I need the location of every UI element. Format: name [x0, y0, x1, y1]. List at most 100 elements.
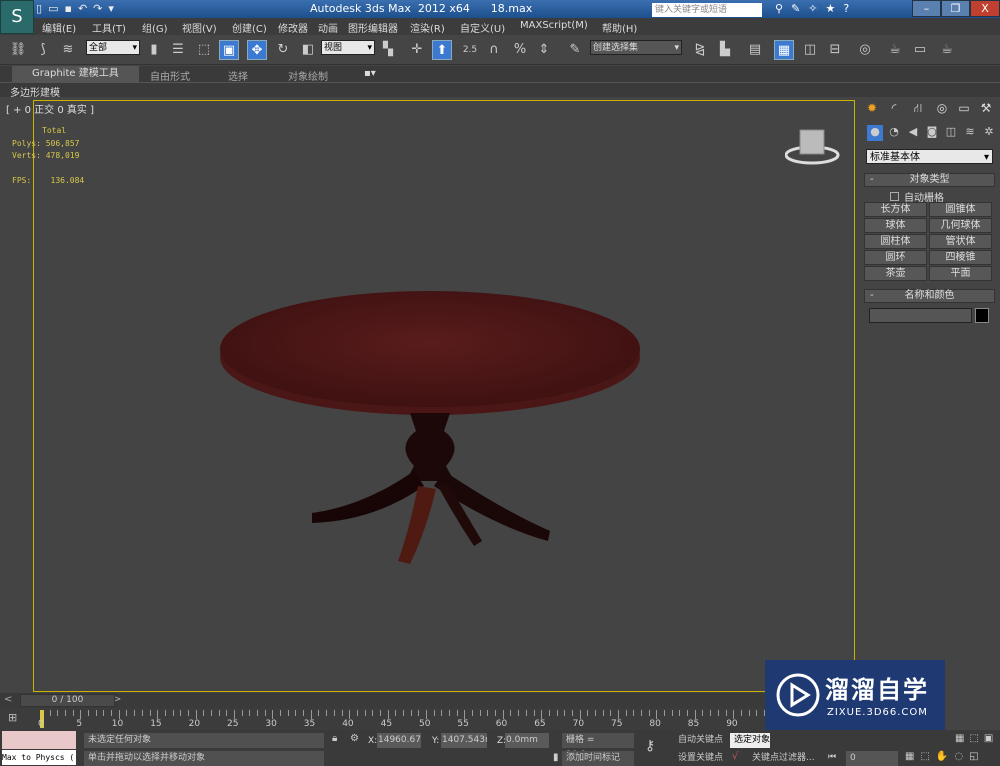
field-of-view-icon[interactable]: ⬚ — [920, 751, 929, 762]
percent-snap-icon[interactable]: % — [510, 40, 530, 60]
angle-snap-icon[interactable]: ∩ — [484, 40, 504, 60]
orbit-icon[interactable]: ◌ — [954, 751, 963, 762]
menu-edit[interactable]: 编辑(E) — [42, 20, 76, 35]
viewport-label[interactable]: [ + 0 正交 0 真实 ] — [6, 101, 94, 116]
x-coordinate-field[interactable]: 14960.675 — [377, 733, 421, 748]
select-object-icon[interactable]: ▮ — [144, 40, 164, 60]
cylinder-button[interactable]: 圆柱体 — [864, 234, 927, 249]
minimize-button[interactable]: – — [912, 0, 941, 17]
undo-icon[interactable]: ↶ — [78, 2, 87, 15]
star-icon[interactable]: ★ — [826, 2, 836, 15]
cameras-icon[interactable]: ◙ — [924, 125, 940, 141]
object-name-input[interactable] — [869, 308, 972, 323]
time-tag-icon[interactable]: ▮ — [553, 752, 559, 763]
render-setup-icon[interactable]: ☕ — [885, 40, 905, 60]
app-menu-button[interactable]: S — [0, 0, 34, 34]
display-tab-icon[interactable]: ▭ — [954, 101, 974, 119]
new-icon[interactable]: ▯ — [36, 2, 42, 15]
select-by-name-icon[interactable]: ☰ — [168, 40, 188, 60]
set-key-button[interactable]: 设置关键点 — [674, 751, 728, 766]
menu-views[interactable]: 视图(V) — [182, 20, 217, 35]
help-icon[interactable]: ? — [843, 2, 849, 15]
box-button[interactable]: 长方体 — [864, 202, 927, 217]
torus-button[interactable]: 圆环 — [864, 250, 927, 265]
tab-graphite[interactable]: Graphite 建模工具 — [12, 66, 139, 82]
utilities-tab-icon[interactable]: ⚒ — [976, 101, 996, 119]
tab-object-paint[interactable]: 对象绘制 — [288, 68, 328, 83]
plane-button[interactable]: 平面 — [929, 266, 992, 281]
align-icon[interactable]: ▙ — [715, 40, 735, 60]
wrench-icon[interactable]: ✎ — [791, 2, 800, 15]
move-icon[interactable]: ✥ — [247, 40, 267, 60]
motion-tab-icon[interactable]: ◎ — [932, 101, 952, 119]
menu-create[interactable]: 创建(C) — [232, 20, 267, 35]
zoom-all-icon[interactable]: ▦ — [955, 733, 964, 744]
open-icon[interactable]: ▭ — [48, 2, 58, 15]
menu-group[interactable]: 组(G) — [142, 20, 168, 35]
lock-icon[interactable]: 🔒︎ — [332, 733, 337, 744]
maxscript-mini-listener[interactable]: Max to Physcs ( — [2, 750, 76, 765]
unlink-icon[interactable]: ⟆ — [33, 40, 53, 60]
manipulate-icon[interactable]: ✛ — [407, 40, 427, 60]
geosphere-button[interactable]: 几何球体 — [929, 218, 992, 233]
pan-icon[interactable]: ✋ — [936, 751, 948, 762]
selection-filter-dropdown[interactable]: 全部 — [86, 40, 140, 56]
key-icon[interactable]: ⚷ — [645, 738, 655, 754]
schematic-view-icon[interactable]: ⊟ — [825, 40, 845, 60]
prev-frame-icon[interactable]: < — [4, 694, 12, 705]
satellite-icon[interactable]: ✧ — [808, 2, 817, 15]
z-coordinate-field[interactable]: 0.0mm — [505, 733, 549, 748]
absolute-mode-icon[interactable]: ⚙ — [350, 733, 359, 744]
layer-manager-icon[interactable]: ▤ — [745, 40, 765, 60]
zoom-extents-all-icon[interactable]: ▣ — [984, 733, 993, 744]
save-icon[interactable]: ▪ — [64, 2, 71, 15]
graphite-toggle-icon[interactable]: ▦ — [774, 40, 794, 60]
rect-selection-icon[interactable]: ⬚ — [194, 40, 214, 60]
close-button[interactable]: X — [970, 0, 1000, 17]
bind-spacewarp-icon[interactable]: ≋ — [58, 40, 78, 60]
create-tab-icon[interactable]: ✹ — [862, 101, 882, 119]
region-zoom-icon[interactable]: ⬚ — [969, 733, 978, 744]
reference-coord-dropdown[interactable]: 视图 — [321, 40, 375, 56]
perspective-viewport[interactable] — [33, 100, 855, 692]
material-editor-icon[interactable]: ◎ — [855, 40, 875, 60]
restore-button[interactable]: ❐ — [941, 0, 970, 17]
current-frame-field[interactable]: 0 — [846, 751, 898, 766]
name-color-rollout[interactable]: - 名称和颜色 — [864, 289, 995, 303]
mirror-icon[interactable]: ⧎ — [690, 40, 710, 60]
geometry-icon[interactable]: ● — [867, 125, 883, 141]
goto-start-icon[interactable]: ⏮ — [828, 752, 836, 762]
dropdown-icon[interactable]: ▾ — [108, 2, 114, 15]
tab-freeform[interactable]: 自由形式 — [150, 68, 190, 83]
y-coordinate-field[interactable]: 1407.543m — [441, 733, 487, 748]
menu-rendering[interactable]: 渲染(R) — [410, 20, 445, 35]
spinner-snap-icon[interactable]: ⇕ — [534, 40, 554, 60]
cone-button[interactable]: 圆锥体 — [929, 202, 992, 217]
menu-customize[interactable]: 自定义(U) — [460, 20, 505, 35]
modify-tab-icon[interactable]: ◜ — [884, 101, 904, 119]
render-frame-icon[interactable]: ▭ — [910, 40, 930, 60]
search-input[interactable]: 键入关键字或短语 — [652, 3, 762, 17]
sphere-button[interactable]: 球体 — [864, 218, 927, 233]
object-color-swatch[interactable] — [975, 308, 989, 323]
menu-modifiers[interactable]: 修改器 — [278, 20, 308, 35]
scale-icon[interactable]: ◧ — [298, 40, 318, 60]
edit-named-selection-icon[interactable]: ✎ — [565, 40, 585, 60]
zoom-extents-icon[interactable]: ▦ — [905, 751, 914, 762]
lights-icon[interactable]: ◀ — [905, 125, 921, 141]
named-selection-dropdown[interactable]: 创建选择集 — [590, 40, 682, 56]
binoculars-icon[interactable]: ⚲ — [775, 2, 783, 15]
tube-button[interactable]: 管状体 — [929, 234, 992, 249]
menu-maxscript[interactable]: MAXScript(M) — [520, 20, 588, 31]
menu-graph-editors[interactable]: 图形编辑器 — [348, 20, 398, 35]
key-mode-icon[interactable]: √ — [732, 751, 738, 762]
menu-tools[interactable]: 工具(T) — [92, 20, 126, 35]
redo-icon[interactable]: ↷ — [93, 2, 102, 15]
time-slider-thumb[interactable]: 0 / 100 — [20, 694, 115, 707]
pyramid-button[interactable]: 四棱锥 — [929, 250, 992, 265]
link-icon[interactable]: ⛓ — [8, 40, 28, 60]
maxscript-mini-listener-top[interactable] — [2, 731, 76, 749]
helpers-icon[interactable]: ◫ — [943, 125, 959, 141]
render-icon[interactable]: ☕ — [937, 40, 957, 60]
pivot-icon[interactable]: ▚ — [378, 40, 398, 60]
